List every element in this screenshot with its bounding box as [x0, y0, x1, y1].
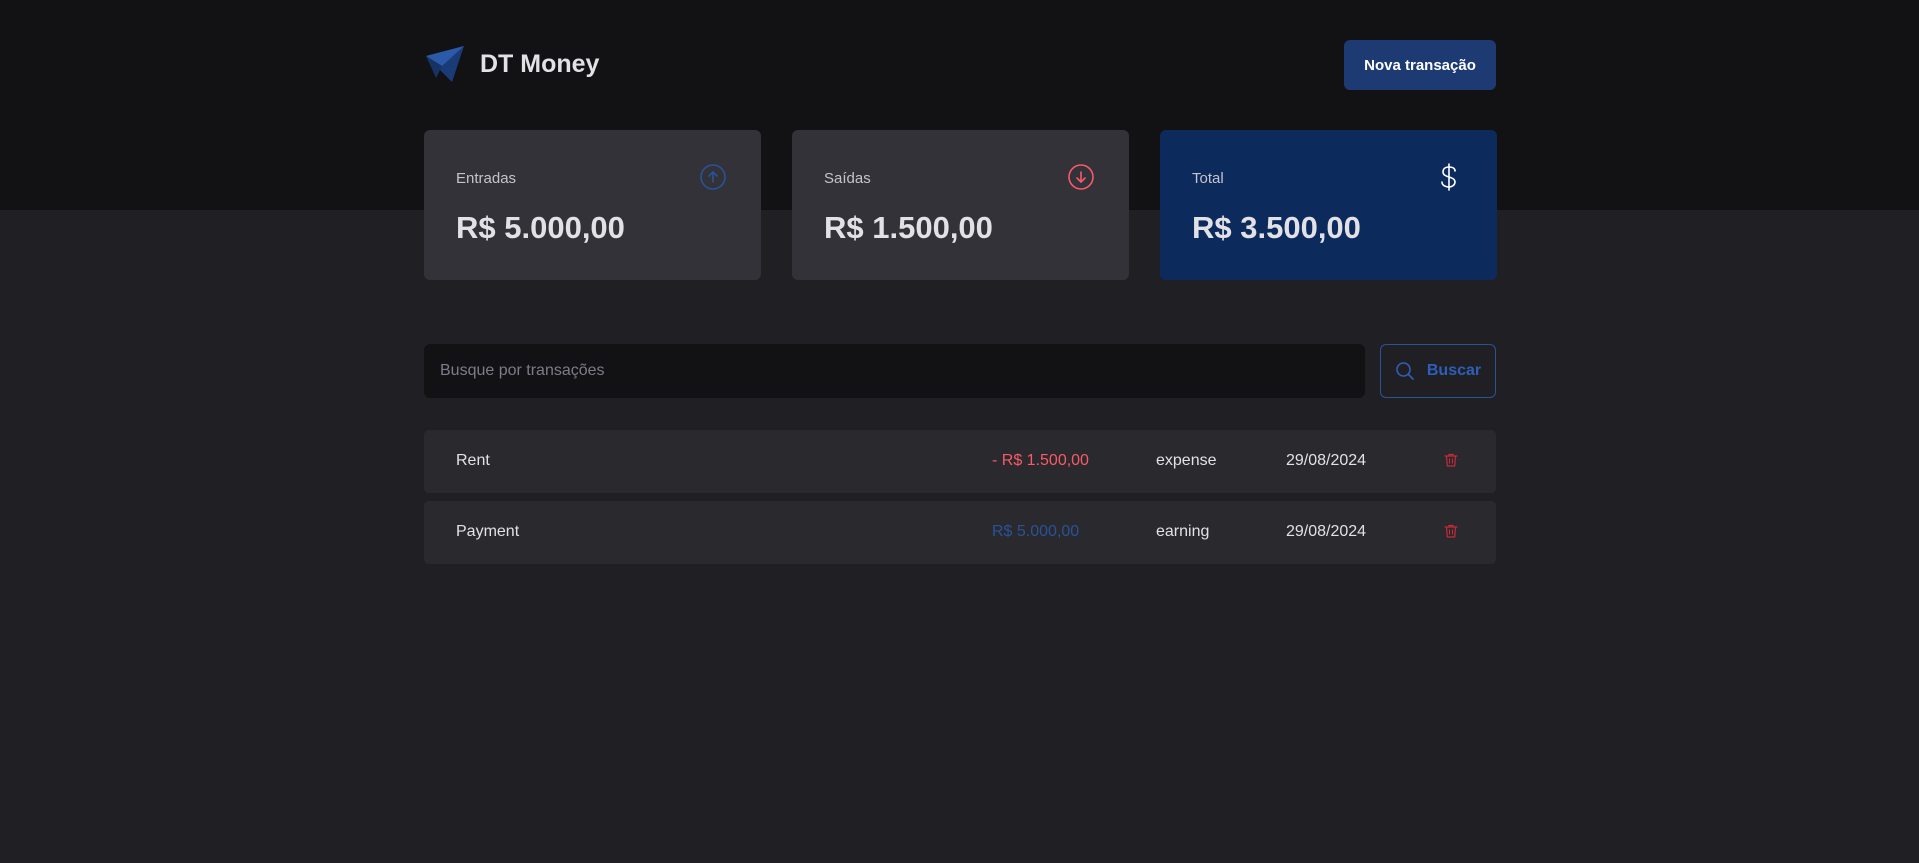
search-button[interactable]: Buscar [1380, 344, 1496, 398]
arrow-circle-down-icon [1068, 164, 1094, 190]
transaction-date: 29/08/2024 [1286, 523, 1367, 540]
total-value: R$ 3.500,00 [1192, 210, 1361, 245]
income-value: R$ 5.000,00 [456, 210, 625, 245]
transaction-amount: R$ 5.000,00 [992, 523, 1080, 540]
summary-cards: Entradas R$ 5.000,00 Saídas R$ 1.500,00 … [424, 130, 1497, 280]
transaction-date: 29/08/2024 [1286, 452, 1367, 469]
transaction-amount: - R$ 1.500,00 [992, 452, 1089, 469]
transaction-category: earning [1156, 523, 1210, 540]
trash-icon[interactable] [1443, 452, 1459, 468]
table-row: Rent - R$ 1.500,00 expense 29/08/2024 [424, 430, 1496, 493]
arrow-circle-up-icon [700, 164, 726, 190]
logo: DT Money [424, 44, 599, 84]
logo-icon [426, 46, 464, 82]
search-input[interactable] [424, 344, 1365, 398]
table-row: Payment R$ 5.000,00 earning 29/08/2024 [424, 501, 1496, 564]
outcome-label: Saídas [824, 170, 871, 187]
outcome-value: R$ 1.500,00 [824, 210, 993, 245]
total-card: Total R$ 3.500,00 [1160, 130, 1497, 280]
total-label: Total [1192, 170, 1224, 187]
outcome-card: Saídas R$ 1.500,00 [792, 130, 1129, 280]
new-transaction-button[interactable]: Nova transação [1344, 40, 1496, 90]
header: DT Money Nova transação [424, 40, 1496, 90]
income-card: Entradas R$ 5.000,00 [424, 130, 761, 280]
transaction-description: Payment [456, 523, 520, 540]
transaction-description: Rent [456, 452, 490, 469]
search-form: Buscar [424, 344, 1496, 398]
trash-icon[interactable] [1443, 523, 1459, 539]
search-icon [1396, 362, 1414, 380]
dollar-sign-icon [1441, 163, 1456, 191]
income-label: Entradas [456, 170, 517, 187]
search-button-label: Buscar [1426, 362, 1482, 379]
transaction-category: expense [1156, 452, 1217, 469]
app-name: DT Money [480, 49, 600, 78]
